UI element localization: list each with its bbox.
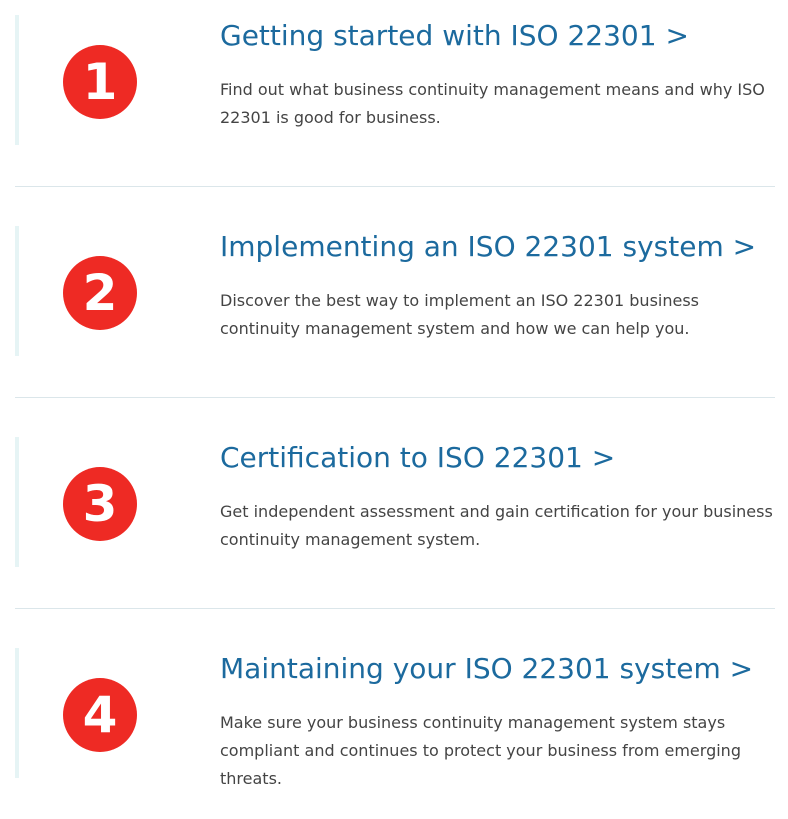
step-item: 4 Maintaining your ISO 22301 system > Ma… bbox=[0, 633, 788, 819]
step-number: 4 bbox=[82, 686, 118, 744]
step-title-link[interactable]: Getting started with ISO 22301 > bbox=[220, 18, 689, 54]
step-title-link[interactable]: Maintaining your ISO 22301 system > bbox=[220, 651, 753, 687]
accent-bar bbox=[15, 226, 19, 356]
step-description: Find out what business continuity manage… bbox=[220, 80, 765, 127]
step-number-badge: 4 bbox=[63, 678, 137, 752]
step-item: 1 Getting started with ISO 22301 > Find … bbox=[0, 0, 788, 187]
divider bbox=[15, 397, 775, 398]
step-number-badge: 3 bbox=[63, 467, 137, 541]
divider bbox=[15, 608, 775, 609]
accent-bar bbox=[15, 15, 19, 145]
step-number-badge: 2 bbox=[63, 256, 137, 330]
accent-bar bbox=[15, 437, 19, 567]
step-item: 2 Implementing an ISO 22301 system > Dis… bbox=[0, 211, 788, 398]
step-description: Get independent assessment and gain cert… bbox=[220, 502, 773, 549]
step-number: 2 bbox=[82, 264, 118, 322]
step-number: 1 bbox=[82, 53, 118, 111]
step-description: Discover the best way to implement an IS… bbox=[220, 291, 700, 338]
accent-bar bbox=[15, 648, 19, 778]
step-description: Make sure your business continuity manag… bbox=[220, 713, 741, 788]
step-number: 3 bbox=[82, 475, 118, 533]
step-title-link[interactable]: Certification to ISO 22301 > bbox=[220, 440, 615, 476]
step-number-badge: 1 bbox=[63, 45, 137, 119]
divider bbox=[15, 186, 775, 187]
step-item: 3 Certification to ISO 22301 > Get indep… bbox=[0, 422, 788, 609]
step-title-link[interactable]: Implementing an ISO 22301 system > bbox=[220, 229, 756, 265]
